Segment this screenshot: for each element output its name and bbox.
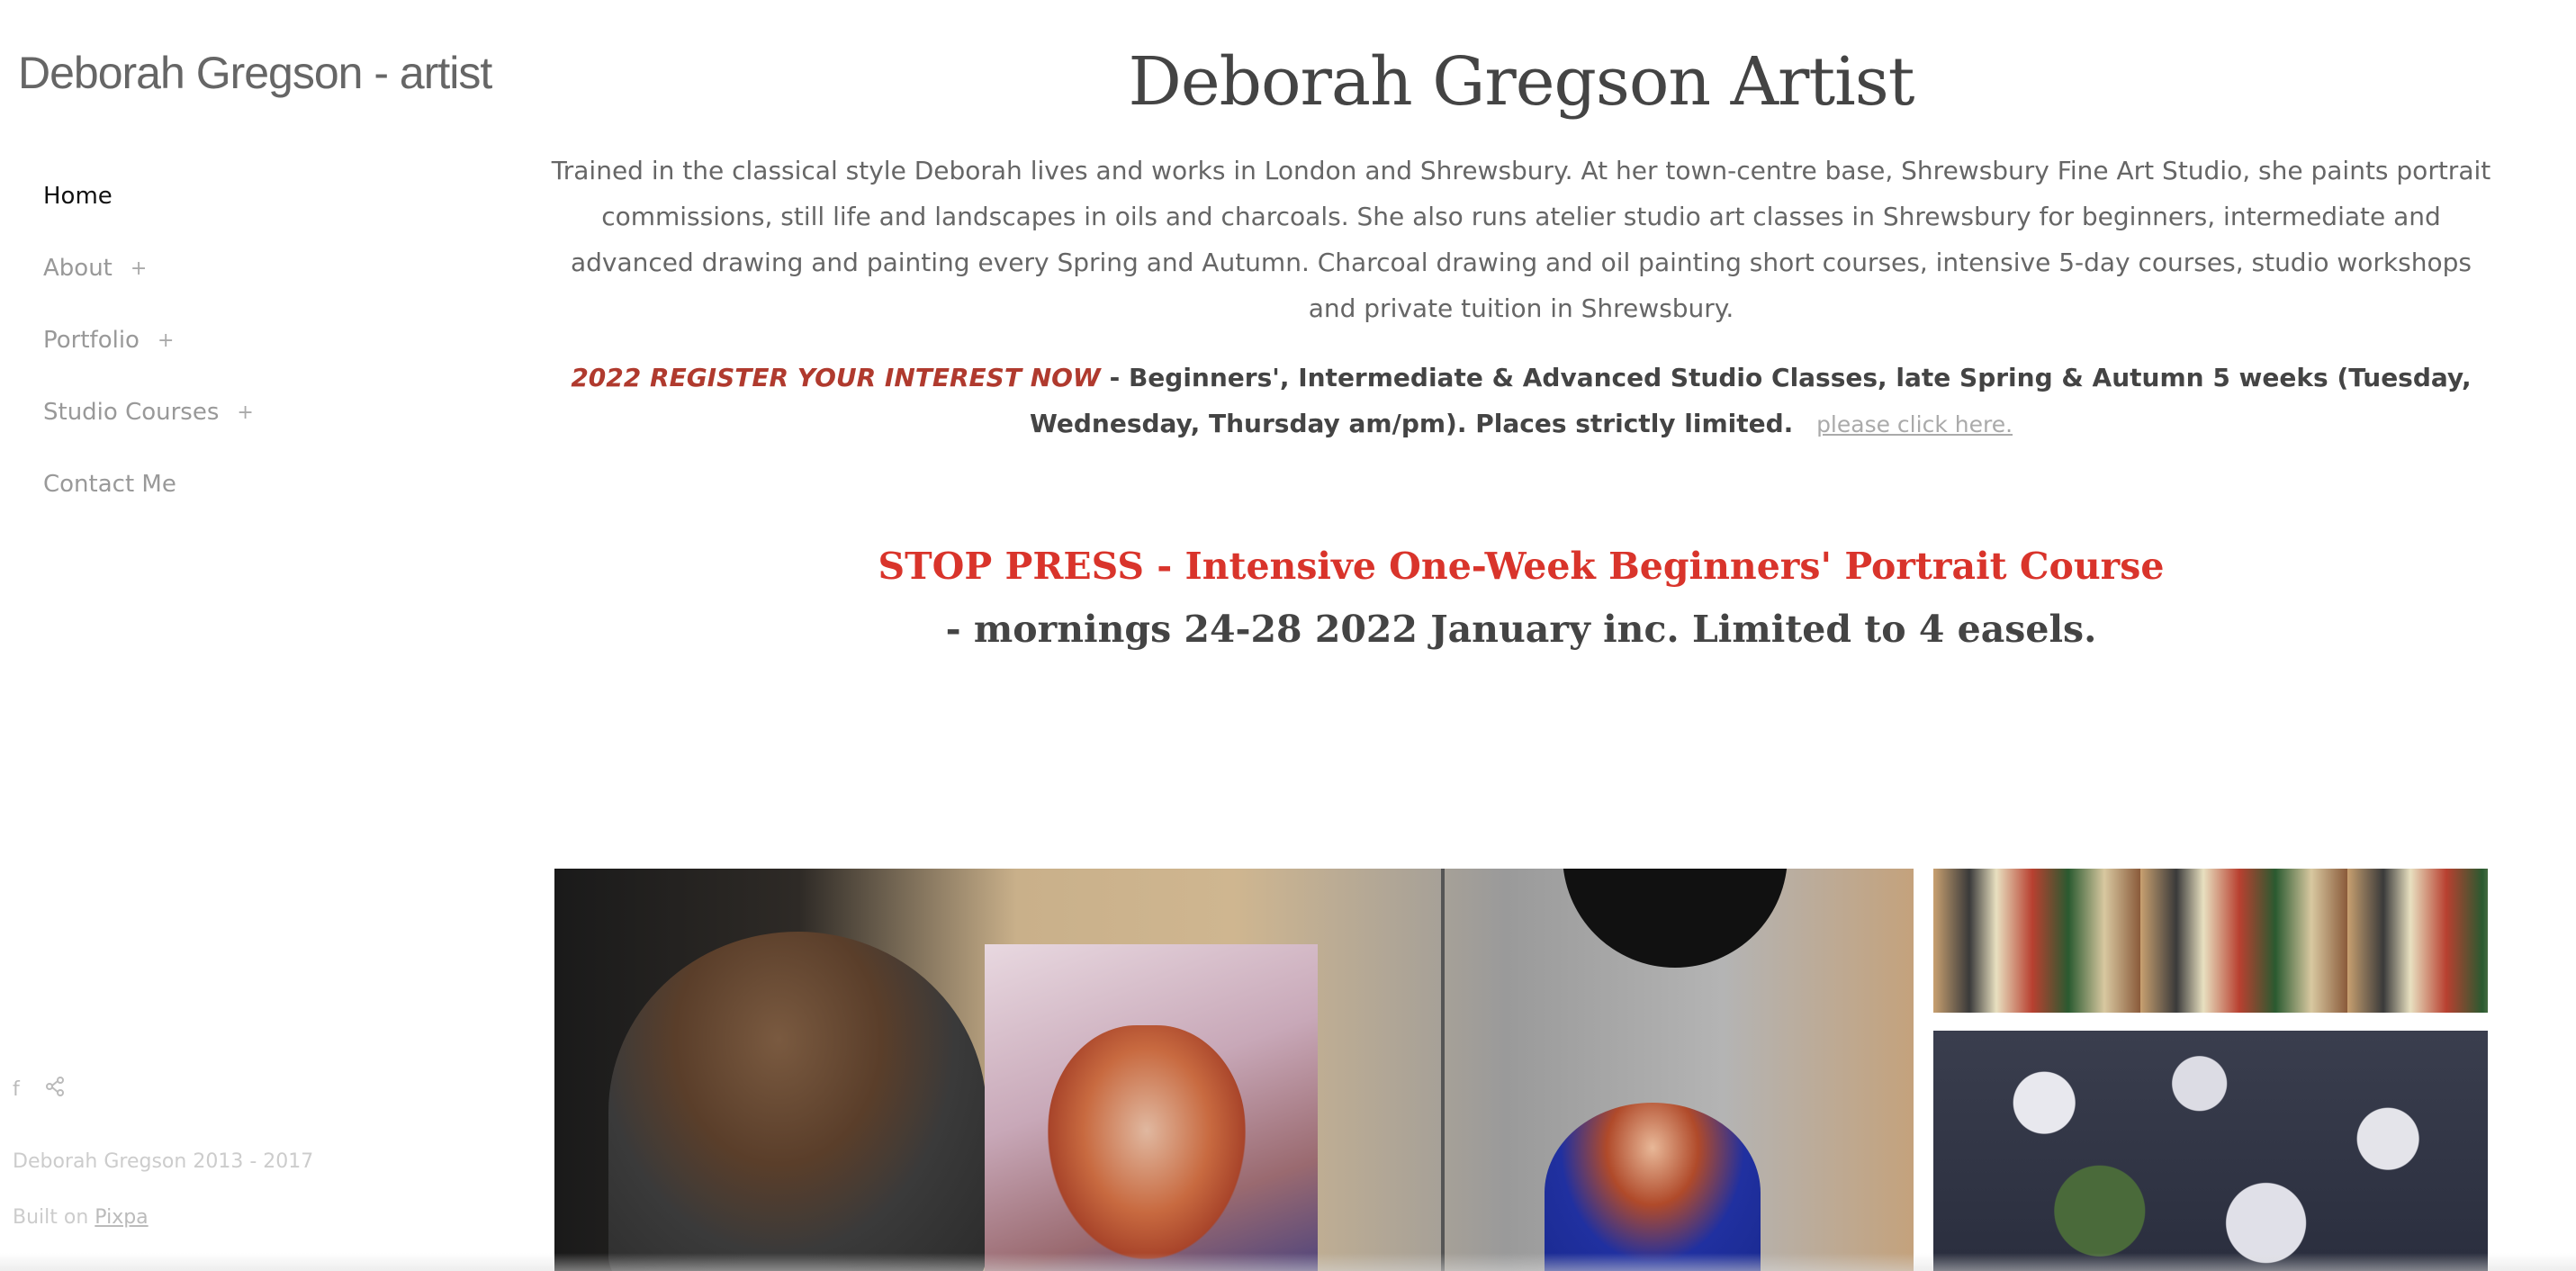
gallery-image-paint-tubes[interactable] [1933,869,2488,1013]
register-notice: 2022 REGISTER YOUR INTEREST NOW - Beginn… [540,355,2502,447]
easel-canvas-shape [985,944,1318,1271]
nav-item-label: Contact Me [43,471,176,498]
main-nav: Home About + Portfolio + Studio Courses + C… [43,160,254,520]
image-gallery [554,869,2490,1271]
nav-item-home[interactable]: Home [43,160,254,232]
painted-portrait-shape [1048,1025,1246,1259]
gallery-image-portrait-class[interactable] [554,869,1914,1271]
expand-plus-icon[interactable]: + [158,329,174,352]
nav-item-about[interactable]: About + [43,232,254,304]
nav-item-label: Home [43,183,113,210]
nav-item-label: Portfolio [43,327,140,354]
expand-plus-icon[interactable]: + [237,401,253,424]
sidebar-footer: f Deborah Gregson 2013 - 2017 Built on P… [13,1071,313,1229]
share-icon[interactable] [45,1077,65,1102]
nav-item-label: About [43,255,113,282]
stop-press-heading: STOP PRESS - Intensive One-Week Beginner… [878,545,2165,588]
main-content: Deborah Gregson Artist Trained in the cl… [540,0,2502,651]
course-dates-heading: - mornings 24-28 2022 January inc. Limit… [945,608,2097,651]
easel-pole-shape [1441,869,1445,1271]
pixpa-link[interactable]: Pixpa [95,1206,148,1229]
sidebar: Deborah Gregson - artist Home About + Por… [0,0,504,1271]
studio-lamp-shape [1563,869,1788,968]
register-details: - Beginners', Intermediate & Advanced St… [1029,363,2472,438]
share-icon-glyph [45,1077,64,1096]
register-link[interactable]: please click here. [1816,411,2013,437]
copyright-text: Deborah Gregson 2013 - 2017 [13,1150,314,1173]
built-on-prefix: Built on [13,1206,89,1229]
social-links: f [13,1071,65,1107]
facebook-icon[interactable]: f [13,1078,20,1101]
site-title[interactable]: Deborah Gregson - artist [18,47,492,99]
student-figure-shape [608,932,986,1271]
intro-paragraph: Trained in the classical style Deborah l… [551,156,2491,323]
register-highlight: 2022 REGISTER YOUR INTEREST NOW [571,363,1101,392]
expand-plus-icon[interactable]: + [131,257,147,280]
nav-item-studio-courses[interactable]: Studio Courses + [43,376,254,448]
page-title: Deborah Gregson Artist [1128,43,1914,121]
sitter-figure-shape [1545,1103,1761,1271]
bottom-fade-shadow [0,1253,2576,1271]
nav-item-contact-me[interactable]: Contact Me [43,448,254,520]
nav-item-label: Studio Courses [43,399,220,426]
built-on-text: Built on Pixpa [13,1206,149,1229]
gallery-image-white-roses[interactable] [1933,1031,2488,1271]
nav-item-portfolio[interactable]: Portfolio + [43,304,254,376]
